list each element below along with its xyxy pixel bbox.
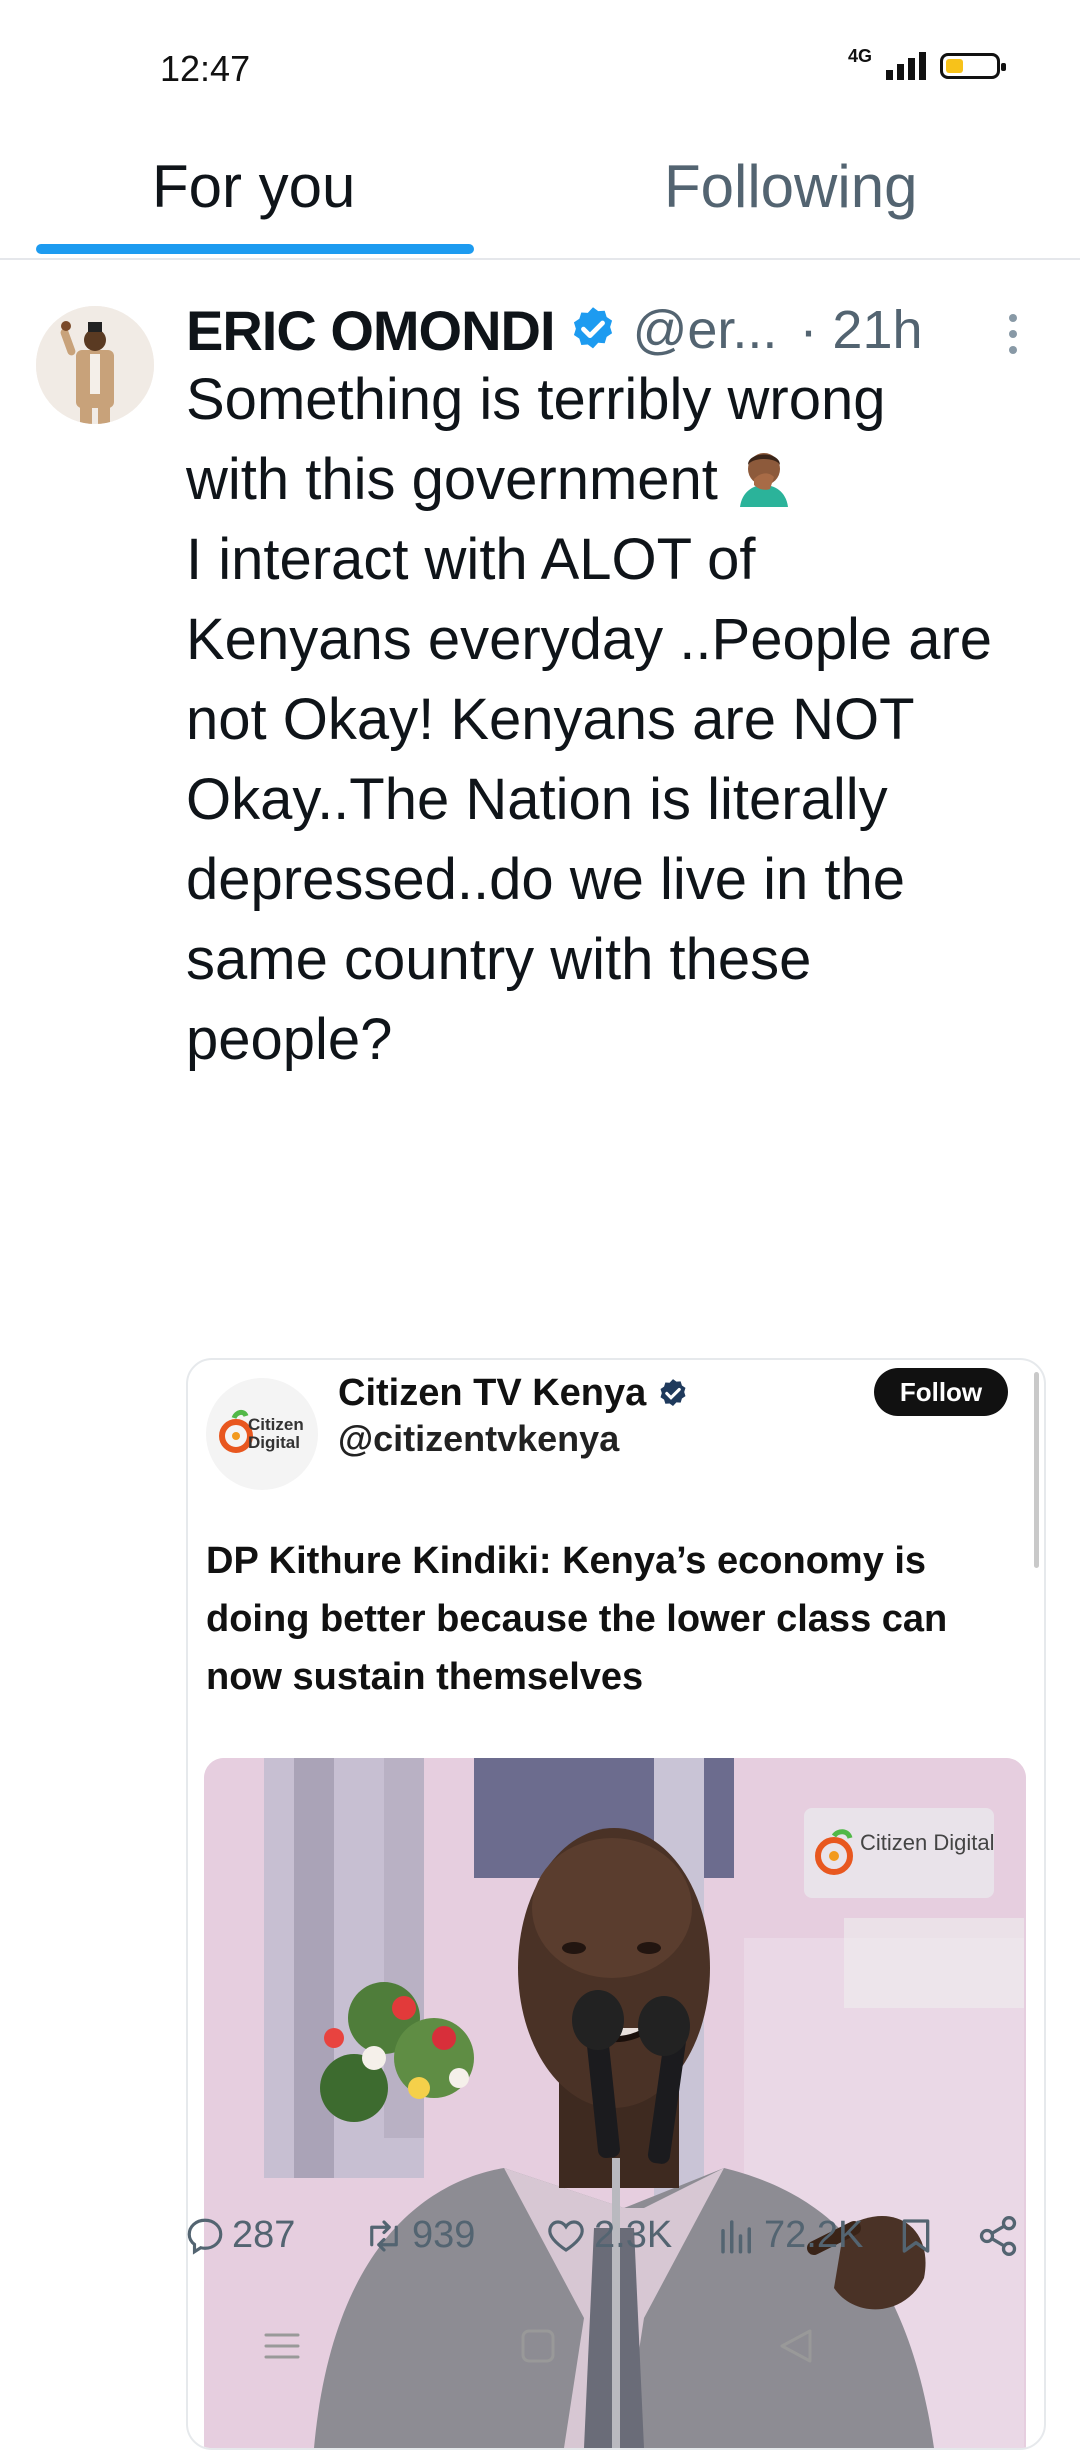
avatar[interactable]: [36, 306, 154, 424]
menu-icon[interactable]: [262, 2326, 302, 2371]
system-nav-bar: [0, 2300, 1080, 2400]
more-options-icon[interactable]: [1006, 314, 1020, 358]
logo-text: Citizen Digital: [248, 1415, 304, 1452]
bookmark-icon: [902, 2219, 930, 2253]
status-time: 12:47: [160, 48, 251, 89]
heart-icon: [548, 2219, 584, 2252]
author-handle[interactable]: @er...: [633, 299, 778, 361]
tweet-line: same country with these: [186, 927, 812, 992]
status-icons: 4G: [848, 46, 1006, 80]
embedded-media-card[interactable]: Citizen Digital Citizen TV Kenya @citize…: [186, 1358, 1046, 2450]
embedded-account-handle: @citizentvkenya: [338, 1418, 620, 1459]
tweet-line: not Okay! Kenyans are NOT: [186, 687, 915, 752]
tweet-line: I interact with ALOT of: [186, 527, 756, 592]
embedded-headline: DP Kithure Kindiki: Kenya’s economy is d…: [206, 1540, 948, 1698]
tweet-time[interactable]: · 21h: [799, 299, 922, 361]
views-bar-chart-icon: [721, 2219, 751, 2253]
retweet-icon: [370, 2219, 398, 2252]
share-icon: [979, 2216, 1017, 2256]
retweet-count: 939: [412, 2214, 476, 2256]
bookmark-button[interactable]: [896, 2214, 942, 2258]
verified-badge-icon: [660, 1378, 686, 1406]
view-count: 72.2K: [764, 2214, 864, 2256]
reply-button[interactable]: 287: [184, 2214, 295, 2257]
signal-icon: [886, 52, 926, 80]
share-button[interactable]: [976, 2214, 1026, 2258]
face-palm-emoji: [740, 453, 789, 507]
tab-following[interactable]: Following: [664, 152, 917, 221]
reply-icon: [187, 2218, 223, 2255]
tweet-line: with this government: [186, 440, 1046, 520]
active-tab-indicator: [36, 244, 474, 254]
tweet-line: Okay..The Nation is literally: [186, 767, 888, 832]
embedded-account-name: Citizen TV Kenya: [338, 1372, 690, 1415]
tweet-header: ERIC OMONDI @er... · 21h: [186, 290, 923, 370]
watermark-text: Citizen Digital: [860, 1830, 995, 1855]
card-scrollbar: [1034, 1372, 1039, 1568]
follow-button[interactable]: Follow: [874, 1368, 1008, 1416]
like-count: 2.3K: [594, 2214, 673, 2256]
battery-level: [946, 59, 963, 73]
tab-for-you[interactable]: For you: [152, 152, 355, 221]
tweet-line-text: with this government: [186, 447, 718, 512]
timeline-tabs: For you Following: [0, 140, 1080, 260]
tweet-line: people?: [186, 1007, 393, 1072]
retweet-button[interactable]: 939: [362, 2214, 475, 2257]
embedded-name-text: Citizen TV Kenya: [338, 1372, 647, 1414]
tweet-text: Something is terribly wrong with this go…: [186, 360, 1046, 1080]
status-bar: 12:47 4G: [0, 0, 1080, 140]
citizen-digital-logo: Citizen Digital: [206, 1378, 318, 1490]
reply-count: 287: [232, 2214, 296, 2256]
home-square-icon[interactable]: [518, 2326, 558, 2371]
author-name[interactable]: ERIC OMONDI: [186, 298, 556, 363]
like-button[interactable]: 2.3K: [544, 2214, 672, 2257]
tweet-line: depressed..do we live in the: [186, 847, 905, 912]
tweet-actions: 287 939 2.3K 72.2K: [0, 2206, 1080, 2286]
tweet-line: Kenyans everyday ..People are: [186, 607, 993, 672]
battery-icon: [940, 53, 1006, 79]
tweet-line: Something is terribly wrong: [186, 367, 886, 432]
network-type: 4G: [847, 45, 872, 66]
verified-badge-icon: [573, 307, 612, 349]
views-button[interactable]: 72.2K: [716, 2214, 863, 2257]
back-triangle-icon[interactable]: [776, 2326, 816, 2371]
